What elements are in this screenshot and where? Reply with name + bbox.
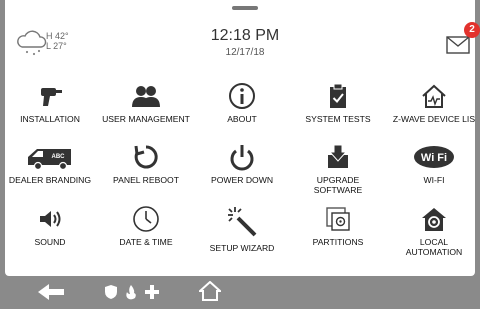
users-icon <box>132 86 160 107</box>
tile-user-management[interactable]: USER MANAGEMENT <box>98 82 194 124</box>
shield-icon[interactable] <box>104 284 118 300</box>
home-gear-icon <box>422 208 446 231</box>
tile-label: SETUP WIZARD <box>209 243 275 253</box>
van-icon: ABC <box>28 149 71 171</box>
tile-date-time[interactable]: DATE & TIME <box>98 205 194 247</box>
tile-label: POWER DOWN <box>210 175 274 185</box>
tile-label: DEALER BRANDING <box>8 175 92 185</box>
magic-wand-icon <box>228 207 257 237</box>
tile-wifi[interactable]: Wi Fi WI-FI <box>386 143 480 185</box>
back-arrow-icon[interactable] <box>36 282 68 302</box>
van-text: ABC <box>52 154 66 160</box>
tile-label: Z-WAVE DEVICE LIS <box>392 114 476 124</box>
clipboard-check-icon <box>330 83 346 108</box>
tile-label: DATE & TIME <box>119 237 173 247</box>
drill-icon <box>41 88 62 106</box>
medical-cross-icon[interactable] <box>144 284 160 300</box>
tile-about[interactable]: ABOUT <box>194 82 290 124</box>
tile-label: PANEL REBOOT <box>113 175 179 185</box>
tile-dealer-branding[interactable]: ABC DEALER BRANDING <box>2 143 98 185</box>
wifi-icon: Wi Fi <box>414 146 454 168</box>
tile-zwave-devices[interactable]: Z-WAVE DEVICE LIS <box>386 82 480 124</box>
tile-label: SYSTEM TESTS <box>305 114 371 124</box>
download-icon <box>328 144 348 168</box>
tile-label: WI-FI <box>423 175 445 185</box>
tile-label: INSTALLATION <box>20 114 80 124</box>
tile-sound[interactable]: SOUND <box>2 205 98 247</box>
pull-down-handle[interactable] <box>232 6 258 10</box>
wifi-text: Wi Fi <box>421 152 447 164</box>
fire-icon[interactable] <box>124 284 138 300</box>
tile-upgrade-software[interactable]: UPGRADE SOFTWARE <box>290 143 386 195</box>
info-icon <box>229 83 255 109</box>
tile-label: LOCAL <box>419 237 449 247</box>
tile-installation[interactable]: INSTALLATION <box>2 82 98 124</box>
clock-time: 12:18 PM <box>210 27 280 44</box>
tile-label: UPGRADE <box>316 175 360 185</box>
tile-setup-wizard[interactable]: SETUP WIZARD <box>194 205 290 253</box>
zwave-home-icon <box>422 84 446 108</box>
screen: H 42° L 27° 12:18 PM 12/17/18 2 INSTALLA… <box>0 0 480 309</box>
clock-icon <box>133 206 159 232</box>
tile-label: PARTITIONS <box>312 237 364 247</box>
clock-date: 12/17/18 <box>225 47 265 58</box>
tile-panel-reboot[interactable]: PANEL REBOOT <box>98 143 194 185</box>
home-icon[interactable] <box>199 281 221 301</box>
tile-label: USER MANAGEMENT <box>102 114 190 124</box>
tile-label: SOUND <box>34 237 66 247</box>
bottom-nav-bar <box>0 276 480 309</box>
speaker-icon <box>40 211 61 227</box>
tile-partitions[interactable]: PARTITIONS <box>290 205 386 247</box>
tile-local-automation[interactable]: LOCAL AUTOMATION <box>386 205 480 257</box>
power-icon <box>230 145 254 171</box>
tile-power-down[interactable]: POWER DOWN <box>194 143 290 185</box>
tile-label-line2: AUTOMATION <box>405 247 463 257</box>
partitions-icon <box>326 207 350 231</box>
message-count-badge: 2 <box>464 22 480 38</box>
tile-label: ABOUT <box>227 114 257 124</box>
envelope-icon <box>446 36 470 54</box>
tile-label-line2: SOFTWARE <box>313 185 363 195</box>
reboot-icon <box>134 145 158 169</box>
tile-system-tests[interactable]: SYSTEM TESTS <box>290 82 386 124</box>
